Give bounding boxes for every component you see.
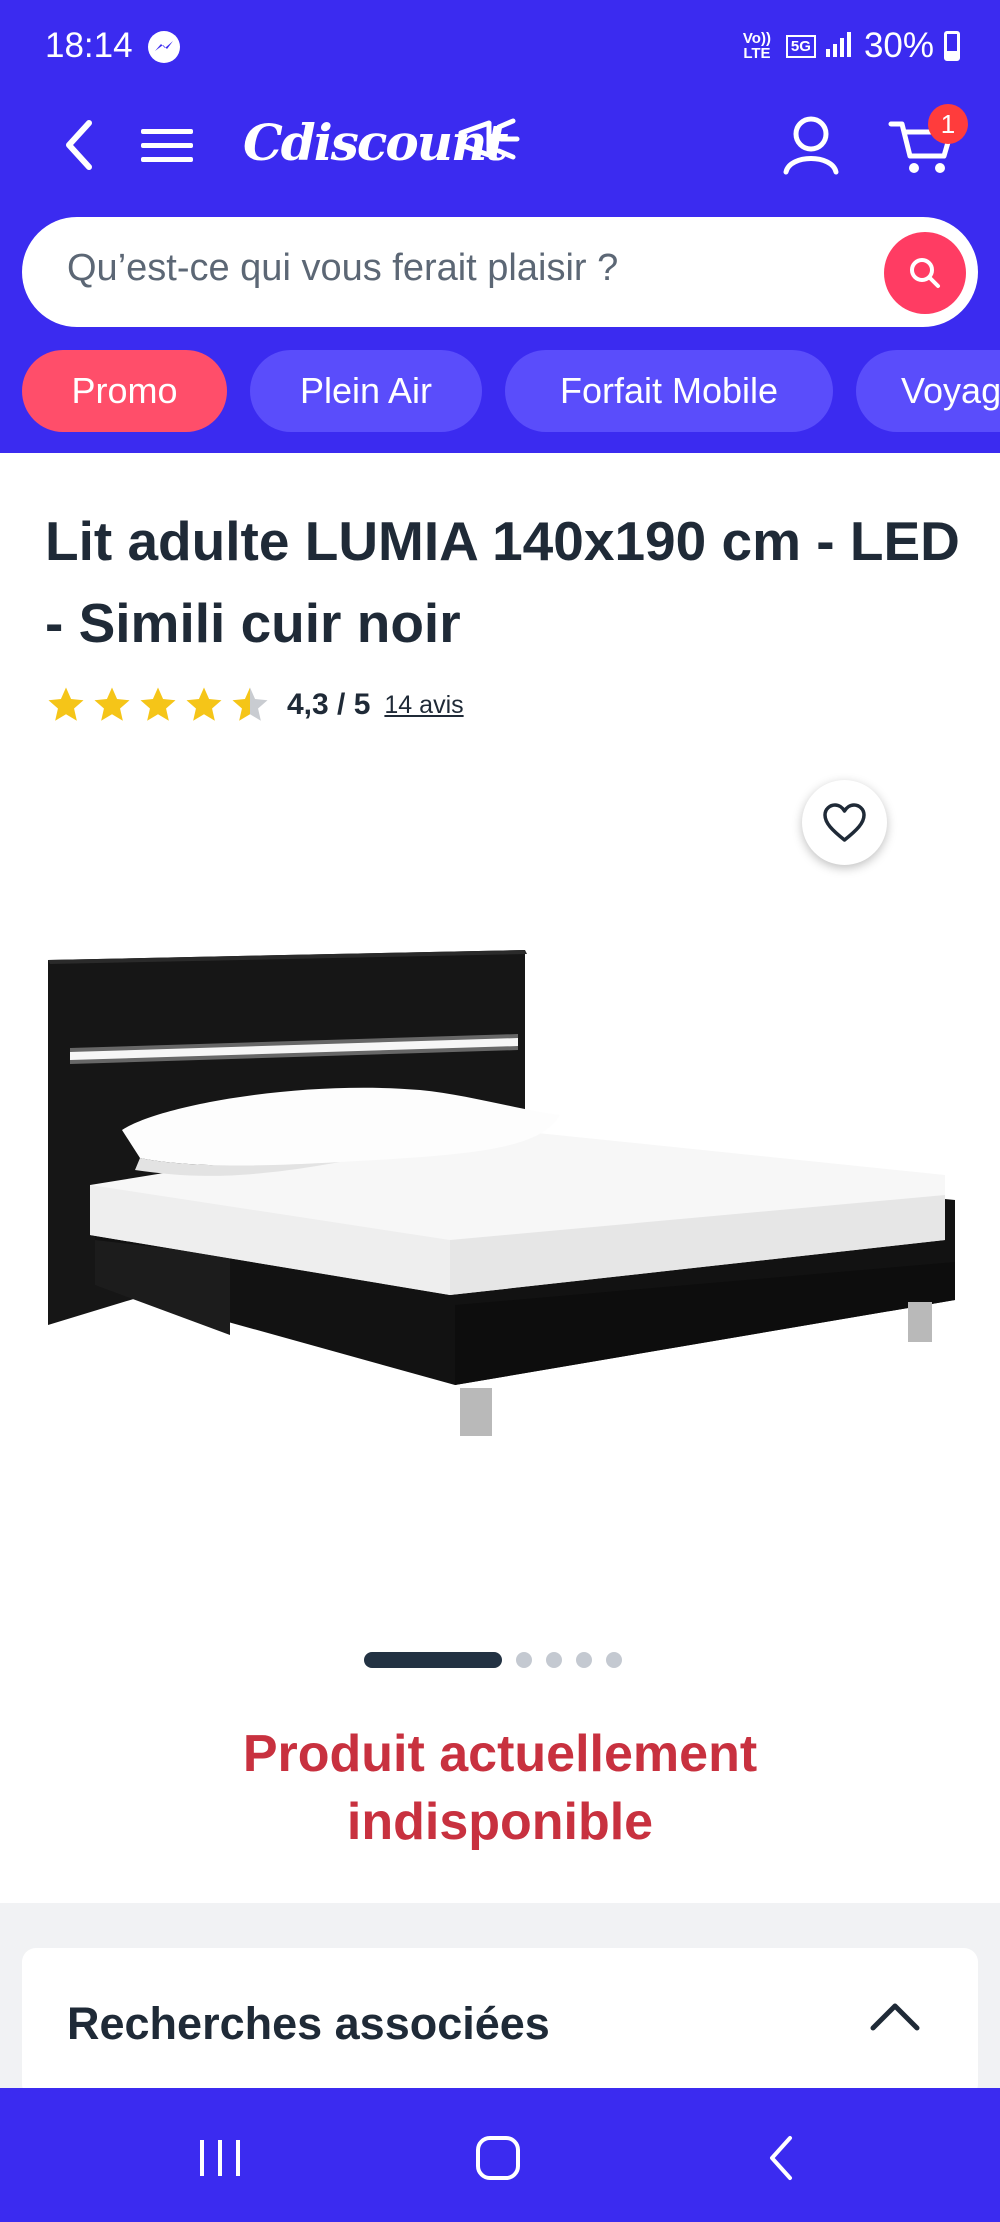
search-button[interactable] — [884, 232, 966, 314]
heart-icon — [823, 803, 866, 842]
app-header: 18:14 Vo)) LTE 5G 30% Cdiscount 1 Qu’est… — [0, 0, 1000, 453]
cart-count-badge: 1 — [928, 104, 968, 144]
carousel-dot[interactable] — [516, 1652, 532, 1668]
chevron-left-icon — [66, 120, 92, 170]
back-arrow-icon — [770, 2136, 792, 2180]
product-image[interactable] — [40, 940, 960, 1500]
rating-stars — [45, 684, 271, 726]
chip-promo[interactable]: Promo — [22, 350, 227, 432]
chip-voyage[interactable]: Voyag — [856, 350, 1000, 432]
carousel-dot[interactable] — [606, 1652, 622, 1668]
search-icon — [910, 258, 940, 288]
image-carousel-indicator — [364, 1652, 622, 1668]
home-button[interactable] — [468, 2128, 528, 2188]
star-icon — [140, 687, 176, 721]
star-icon — [48, 687, 84, 721]
search-input[interactable] — [67, 247, 847, 290]
availability-status: Produit actuellement indisponible — [0, 1720, 1000, 1856]
back-button[interactable] — [55, 115, 105, 175]
home-icon — [476, 2136, 520, 2180]
status-indicators: Vo)) LTE 5G 30% — [738, 26, 960, 66]
5g-indicator: 5G — [785, 34, 816, 58]
system-back-button[interactable] — [752, 2128, 812, 2188]
rating-score: 4,3 / 5 — [287, 688, 371, 721]
user-icon — [783, 116, 839, 175]
product-title: Lit adulte LUMIA 140x190 cm - LED - Simi… — [45, 510, 960, 654]
availability-line-1: Produit actuellement — [242, 1725, 758, 1783]
menu-button[interactable] — [138, 115, 196, 175]
category-chips: Promo Plein Air Forfait Mobile Voyag — [0, 350, 1000, 435]
megaphone-logo-icon — [455, 115, 535, 170]
status-time: 18:14 — [45, 26, 133, 65]
chevron-up-icon[interactable] — [865, 1996, 925, 2036]
battery-level: 30% — [863, 26, 934, 65]
chip-plein-air[interactable]: Plein Air — [250, 350, 482, 432]
product-rating[interactable]: 4,3 / 5 14 avis — [45, 680, 464, 730]
account-button[interactable] — [780, 112, 842, 178]
recent-apps-button[interactable] — [190, 2128, 250, 2188]
nav-row: Cdiscount — [0, 95, 1000, 210]
bed-image — [48, 950, 955, 1436]
related-searches-title: Recherches associées — [67, 1998, 550, 2049]
half-star-icon — [232, 687, 268, 721]
carousel-dot[interactable] — [546, 1652, 562, 1668]
volte-indicator: Vo)) LTE — [742, 30, 771, 62]
carousel-dot[interactable] — [576, 1652, 592, 1668]
hamburger-menu-icon — [141, 129, 193, 162]
messenger-icon — [148, 31, 180, 63]
signal-icon — [825, 31, 854, 62]
recent-apps-icon — [200, 2140, 240, 2176]
carousel-dot-active[interactable] — [364, 1652, 502, 1668]
reviews-link[interactable]: 14 avis — [384, 691, 463, 720]
system-navigation-bar — [0, 2088, 1000, 2222]
chip-forfait-mobile[interactable]: Forfait Mobile — [505, 350, 833, 432]
related-searches-card[interactable]: Recherches associées — [22, 1948, 978, 2098]
search-bar — [22, 217, 978, 327]
status-bar: 18:14 Vo)) LTE 5G 30% — [0, 0, 1000, 95]
wishlist-button[interactable] — [802, 780, 887, 865]
battery-icon — [944, 31, 960, 61]
availability-line-2: indisponible — [346, 1793, 654, 1851]
star-icon — [94, 687, 130, 721]
star-icon — [186, 687, 222, 721]
